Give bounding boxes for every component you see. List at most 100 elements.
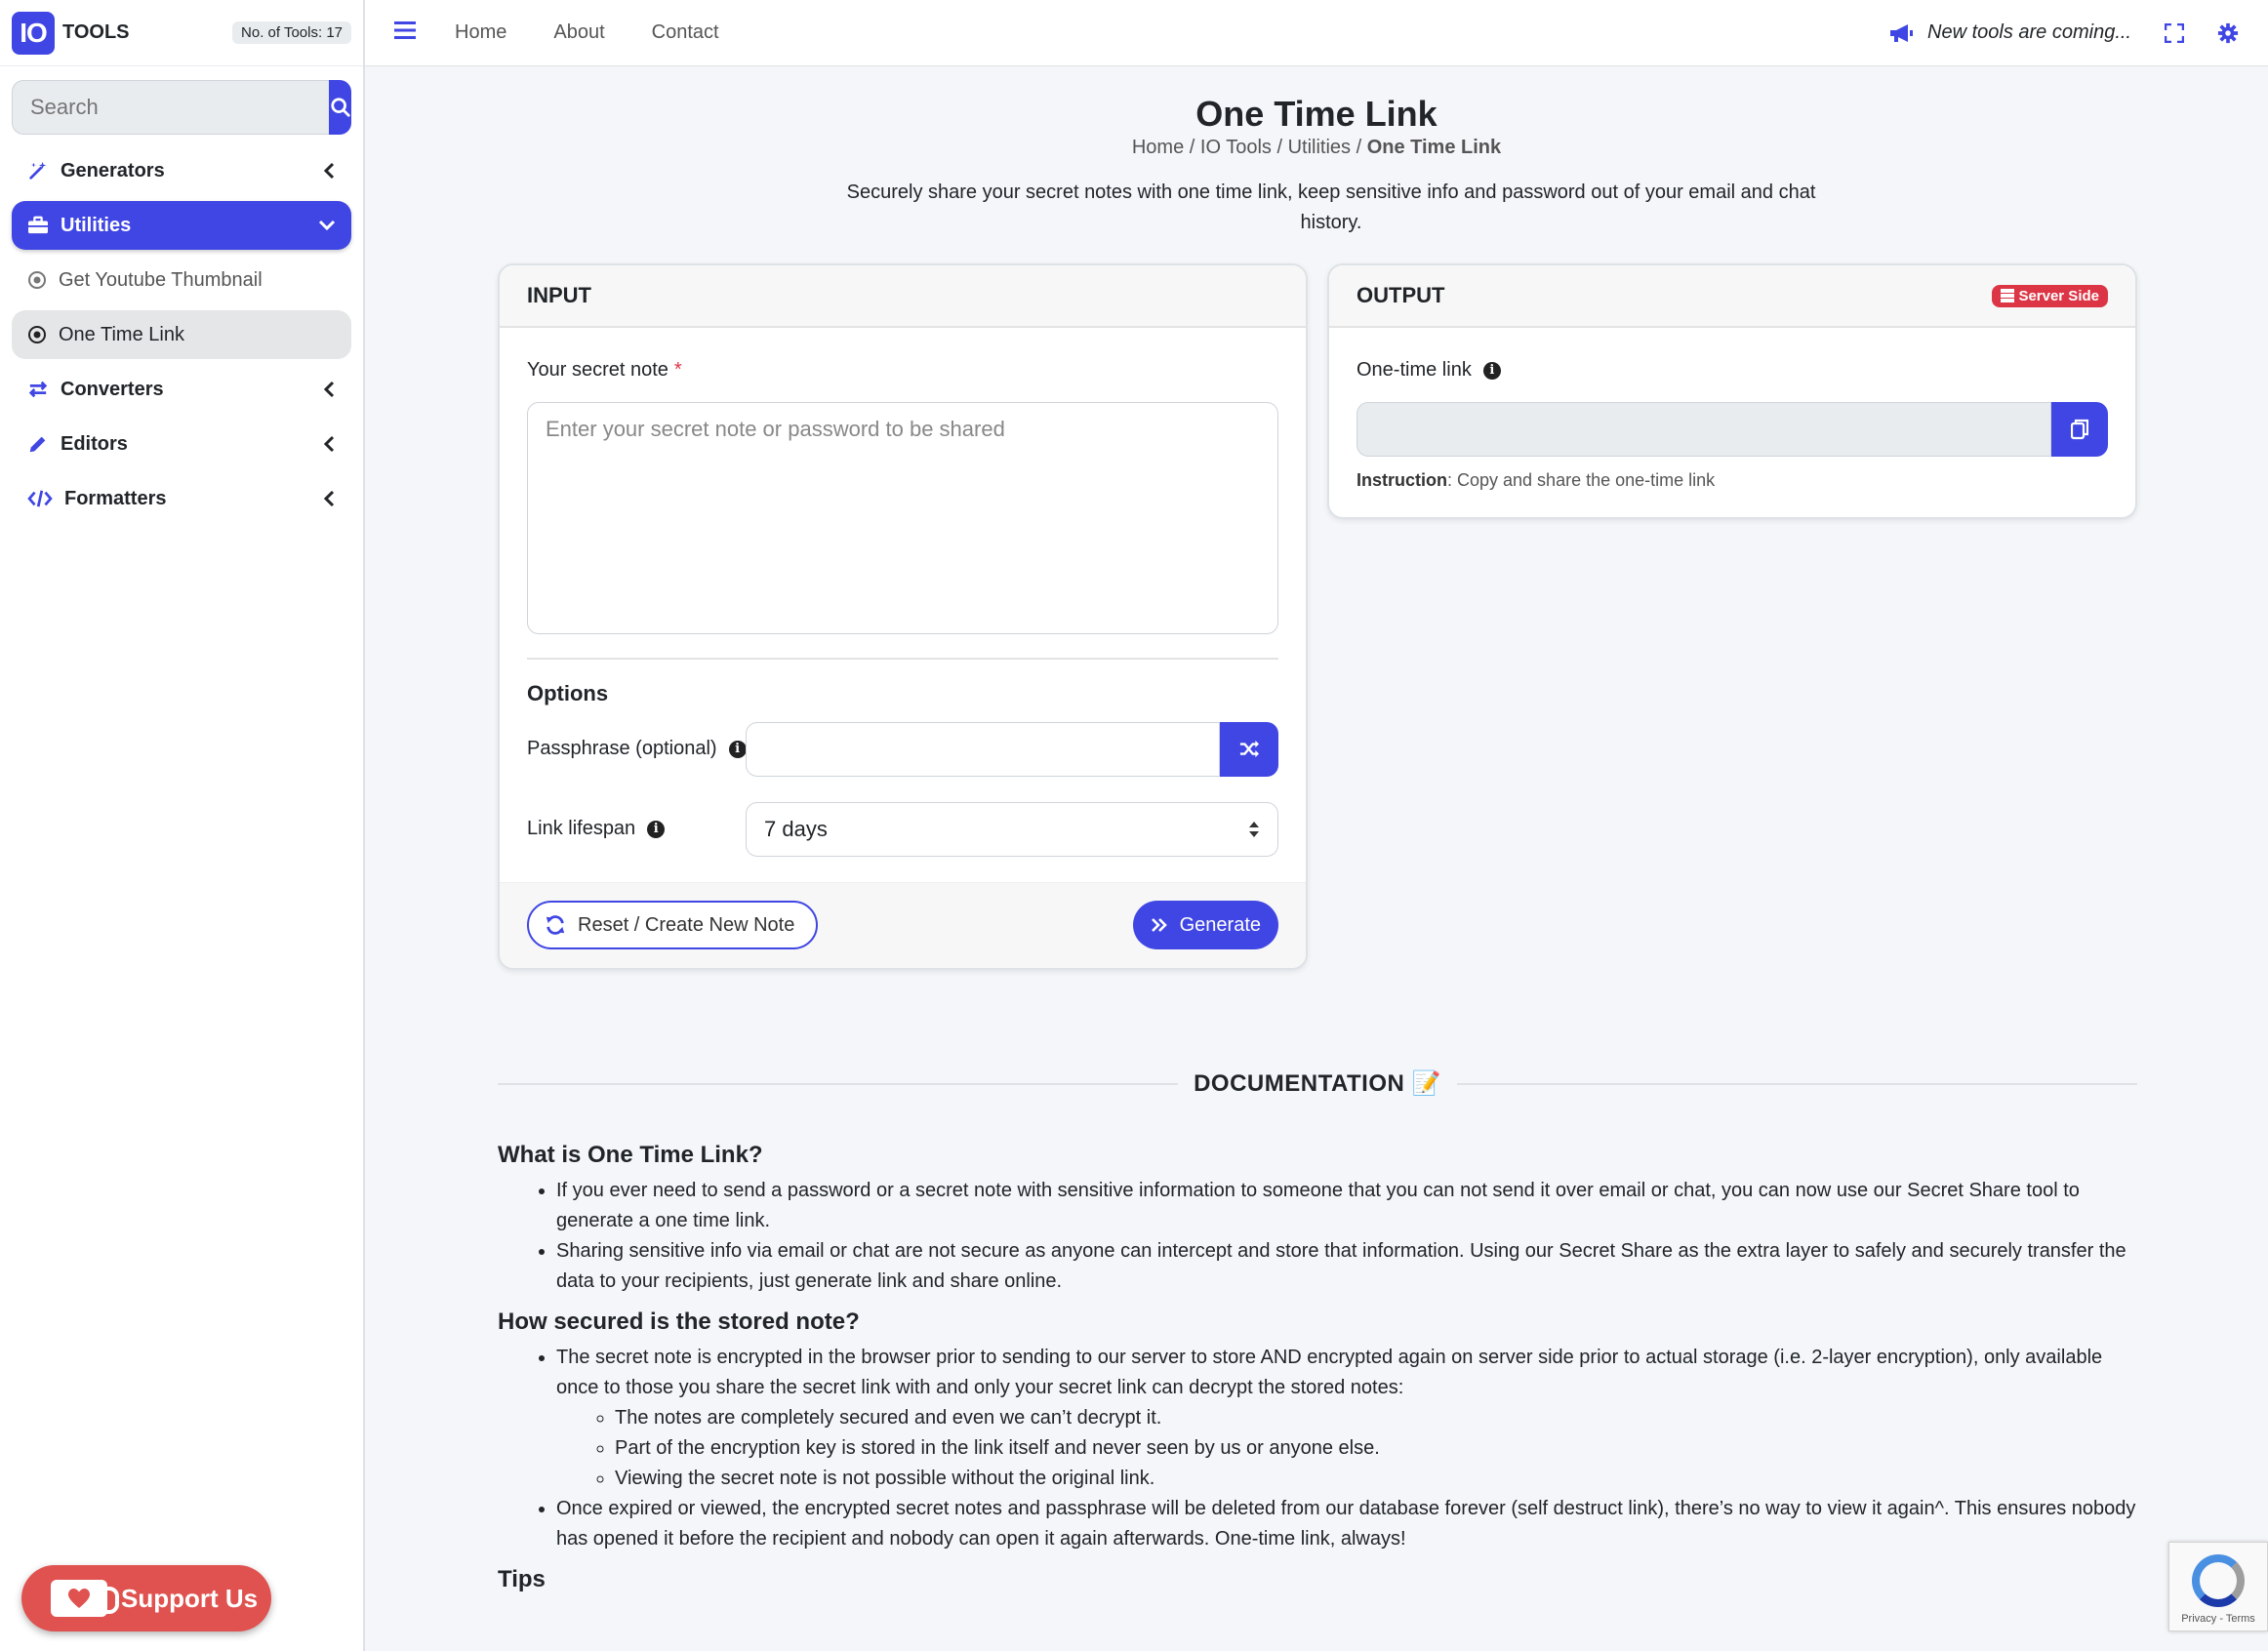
server-side-badge-text: Server Side [2018,287,2099,304]
passphrase-label-text: Passphrase (optional) [527,738,717,759]
doc-list-item: Once expired or viewed, the encrypted se… [556,1494,2137,1554]
settings-button[interactable] [2217,22,2239,44]
nav-link-contact[interactable]: Contact [652,21,719,44]
reset-button-label: Reset / Create New Note [578,913,795,936]
magic-wand-icon [29,161,47,180]
doc-list-item-text: The secret note is encrypted in the brow… [556,1347,2103,1398]
breadcrumb-sep: / [1271,137,1288,158]
sidebar-item-utilities[interactable]: Utilities [12,201,351,250]
tool-count-badge: No. of Tools: 17 [232,21,351,44]
sidebar-item-converters[interactable]: Converters [12,365,351,414]
breadcrumb-io-tools[interactable]: IO Tools [1200,137,1272,158]
reset-button[interactable]: Reset / Create New Note [527,901,819,949]
one-time-link-label-text: One-time link [1357,359,1472,381]
sidebar-item-formatters[interactable]: Formatters [12,474,351,523]
secret-note-label-text: Your secret note [527,359,668,381]
recaptcha-links[interactable]: Privacy - Terms [2181,1613,2255,1625]
code-icon [27,490,53,507]
secret-note-textarea[interactable]: Enter your secret note or password to be… [527,402,1278,634]
instruction-text: Instruction: Copy and share the one-time… [1357,470,1715,491]
info-icon[interactable]: i [728,740,747,758]
info-icon[interactable]: i [647,820,666,838]
sidebar-item-generators[interactable]: Generators [12,146,351,195]
toolbox-icon [28,216,48,234]
divider-line [498,1082,1179,1085]
nav-link-about[interactable]: About [553,21,604,44]
doc-list-item: If you ever need to send a password or a… [556,1176,2137,1236]
support-us-button[interactable]: Support Us [21,1565,271,1631]
hamburger-menu-button[interactable] [394,20,416,45]
copy-link-button[interactable] [2051,402,2108,457]
recaptcha-badge[interactable]: Privacy - Terms [2168,1542,2268,1631]
generate-button[interactable]: Generate [1132,901,1278,949]
refresh-icon [546,915,565,935]
input-card-footer: Reset / Create New Note Generate [500,882,1306,968]
search-input[interactable] [12,80,329,135]
megaphone-icon [1890,23,1914,42]
info-icon[interactable]: i [1482,361,1501,380]
instruction-bold: Instruction [1357,470,1447,490]
announcement[interactable]: New tools are coming... [1888,21,2131,44]
brand-logo[interactable]: IO [12,11,55,55]
arrows-exchange-icon [28,381,48,398]
search-group [12,80,351,135]
doc-sublist: The notes are completely secured and eve… [615,1403,2137,1494]
documentation-body: What is One Time Link? If you ever need … [498,1140,2137,1600]
sidebar-item-label: Converters [61,378,164,400]
brand-name[interactable]: TOOLS [62,21,130,44]
fullscreen-button[interactable] [2165,22,2184,43]
one-time-link-output[interactable] [1357,402,2051,457]
sidebar: IO TOOLS No. of Tools: 17 Generators Uti… [0,0,365,1651]
doc-list: The secret note is encrypted in the brow… [556,1343,2137,1554]
sidebar-item-label: Generators [61,159,165,181]
input-card: INPUT Your secret note * Enter your secre… [498,263,1308,970]
sidebar-item-label: Get Youtube Thumbnail [59,268,263,291]
copy-icon [2071,419,2088,440]
doc-sublist-item: Part of the encryption key is stored in … [615,1433,2137,1464]
doc-list-item: Sharing sensitive info via email or chat… [556,1236,2137,1297]
search-button[interactable] [329,80,351,135]
doc-list-item: The secret note is encrypted in the brow… [556,1343,2137,1494]
lifespan-label: Link lifespan i [527,818,666,840]
one-time-link-label: One-time link i [1357,359,1501,382]
breadcrumb-utilities[interactable]: Utilities [1288,137,1351,158]
generate-button-label: Generate [1179,913,1261,936]
breadcrumb-sep: / [1351,137,1367,158]
doc-list: If you ever need to send a password or a… [556,1176,2137,1297]
page-title: One Time Link [1195,94,1438,134]
top-navbar: Home About Contact New tools are coming.… [365,0,2268,66]
output-card-title: OUTPUT [1357,283,1445,307]
breadcrumb-current: One Time Link [1366,137,1502,158]
support-us-label: Support Us [121,1583,259,1613]
input-card-header: INPUT [500,265,1306,328]
chevron-down-icon [318,220,336,231]
passphrase-label: Passphrase (optional) i [527,738,747,760]
sidebar-item-label: Utilities [61,214,132,236]
lifespan-select[interactable]: 7 days [746,802,1278,857]
secret-note-label: Your secret note * [527,359,682,382]
select-caret-icon [1249,822,1259,837]
nav-link-home[interactable]: Home [455,21,506,44]
chevron-left-icon [323,381,335,398]
sidebar-item-editors[interactable]: Editors [12,420,351,468]
sidebar-item-label: Editors [61,432,128,455]
chevron-left-icon [323,435,335,453]
recaptcha-logo-icon [2192,1554,2245,1607]
output-card: OUTPUT Server Side One-time link i Instru… [1327,263,2137,519]
coffee-cup-icon [51,1580,119,1617]
server-side-badge: Server Side [1992,284,2108,307]
sidebar-item-label: Formatters [64,487,167,509]
passphrase-input[interactable] [746,722,1220,777]
lifespan-label-text: Link lifespan [527,818,636,839]
sidebar-item-youtube-thumbnail[interactable]: Get Youtube Thumbnail [12,256,351,304]
double-chevron-right-icon [1151,918,1167,932]
sidebar-item-one-time-link[interactable]: One Time Link [12,310,351,359]
random-passphrase-button[interactable] [1220,722,1278,777]
circle-dot-icon [28,271,46,289]
lifespan-selected-value: 7 days [764,817,828,841]
options-divider [527,658,1278,660]
breadcrumb-home[interactable]: Home [1132,137,1184,158]
heart-icon [68,1589,90,1608]
doc-section-title: What is One Time Link? [498,1142,763,1168]
breadcrumb: Home / IO Tools / Utilities / One Time L… [365,137,2268,159]
